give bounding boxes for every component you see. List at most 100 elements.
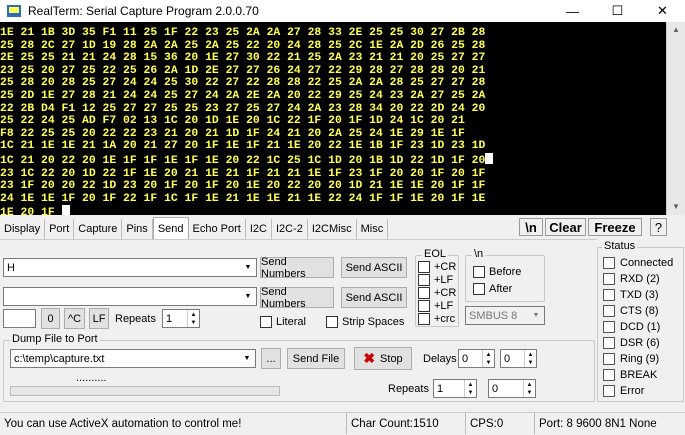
window-title: RealTerm: Serial Capture Program 2.0.0.7… [28,4,259,18]
eol-lf-label: +LF [434,274,454,286]
eol-cr-checkbox-2[interactable]: +CR [418,287,456,299]
status-connected-label: Connected [620,257,674,269]
tab-bar: Display Port Capture Pins Send Echo Port… [0,217,389,239]
dump-progress-bar [10,386,280,396]
dump-file-combo[interactable]: c:\temp\capture.txt ▼ [10,349,256,368]
strip-spaces-checkbox[interactable]: Strip Spaces [326,316,404,328]
terminal-line: 25 22 24 25 AD F7 02 13 1C 20 1D 1E 20 1… [0,115,465,128]
checkbox-box[interactable] [260,316,272,328]
delay2-value: 0 [504,352,511,365]
status-dsr-label: DSR (6) [620,337,660,349]
tab-echo-port[interactable]: Echo Port [189,219,246,239]
dump-repeats-spinner-2[interactable]: 0 ▲ ▼ [488,379,536,398]
send-file-button[interactable]: Send File [287,348,345,369]
minimize-button[interactable]: — [550,0,595,22]
tab-i2cmisc[interactable]: I2CMisc [308,219,357,239]
status-dcd-label: DCD (1) [620,321,661,333]
terminal-line: F8 22 25 25 20 22 22 23 21 20 21 1D 1F 2… [0,127,465,140]
delay2-spinner[interactable]: 0 ▲ ▼ [500,349,537,368]
spinner-arrows-icon[interactable]: ▲ ▼ [523,380,535,397]
newline-button[interactable]: \n [519,218,543,236]
status-dcd: DCD (1) [603,321,660,333]
eol-lf-checkbox-2[interactable]: +LF [418,300,453,312]
chevron-down-icon[interactable]: ▼ [240,259,256,276]
tab-send[interactable]: Send [152,217,189,239]
eol-lf-label: +LF [434,300,454,312]
send-numbers-button-2[interactable]: Send Numbers [260,286,334,310]
terminal-line: 2E 25 25 21 21 24 28 15 36 20 1E 27 30 2… [0,52,486,65]
status-connected: Connected [603,257,673,269]
zero-button[interactable]: 0 [41,308,60,329]
chevron-down-icon[interactable]: ▼ [240,288,256,305]
eol-cr-checkbox-1[interactable]: +CR [418,261,456,273]
terminal-line: 22 2B D4 F1 12 25 27 27 25 25 23 27 25 2… [0,102,486,115]
maximize-button[interactable]: ☐ [595,0,640,22]
status-txd: TXD (3) [603,289,659,301]
dump-repeats-spinner-1[interactable]: 1 ▲ ▼ [433,379,477,398]
tab-display[interactable]: Display [0,219,46,239]
send-number-input[interactable] [3,309,36,328]
send-ascii-button-2[interactable]: Send ASCII [341,287,407,308]
lf-button[interactable]: LF [89,308,109,329]
status-ring: Ring (9) [603,353,659,365]
eol-cr-label: +CR [434,287,457,299]
delay1-spinner[interactable]: 0 ▲ ▼ [458,349,495,368]
scroll-down-arrow-icon[interactable]: ▼ [667,199,685,215]
terminal-display[interactable]: 1E 21 1B 3D 35 F1 11 25 1F 22 23 25 2A 2… [0,22,666,215]
terminal-scrollbar[interactable]: ▲ ▼ [666,22,685,215]
terminal-line: 25 2D 1E 27 28 21 24 24 25 27 24 2A 2E 2… [0,89,486,102]
smbus-select[interactable]: SMBUS 8 ▼ [465,306,545,325]
tab-i2c-2[interactable]: I2C-2 [272,219,308,239]
tab-capture[interactable]: Capture [74,219,123,239]
close-button[interactable]: ✕ [640,0,685,22]
after-checkbox[interactable]: After [473,283,512,295]
delay1-value: 0 [462,352,469,365]
tab-misc[interactable]: Misc [357,219,389,239]
spinner-arrows-icon[interactable]: ▲ ▼ [187,310,199,327]
send-ascii-button-1[interactable]: Send ASCII [341,257,407,278]
ctrl-c-button[interactable]: ^C [64,308,85,329]
literal-checkbox[interactable]: Literal [260,316,306,328]
status-legend: Status [602,240,638,252]
after-label: After [489,283,513,295]
checkbox-box[interactable] [326,316,338,328]
tab-pins[interactable]: Pins [122,219,153,239]
spinner-arrows-icon[interactable]: ▲ ▼ [464,380,476,397]
char-count: Char Count:1510 [347,413,466,434]
spinner-arrows-icon[interactable]: ▲ ▼ [482,350,494,367]
send-line1-combo[interactable]: H ▼ [3,258,257,277]
terminal-line: 23 1F 20 20 22 1D 23 20 1F 20 1F 20 1E 2… [0,180,486,193]
delays-label: Delays [423,353,457,365]
progress-dots: .......... [76,372,107,384]
dump-repeats1-value: 1 [437,382,444,395]
terminal-line: 25 28 2C 27 1D 19 28 2A 2A 25 2A 25 22 2… [0,39,486,52]
scroll-up-arrow-icon[interactable]: ▲ [667,22,685,38]
help-button[interactable]: ? [650,218,667,236]
freeze-button[interactable]: Freeze [588,218,642,236]
terminal-line: 1E 20 1F [0,205,666,215]
send-line2-combo[interactable]: ▼ [3,287,257,306]
status-error: Error [603,385,644,397]
tab-i2c[interactable]: I2C [246,219,272,239]
send-line1-value: H [7,261,15,274]
terminal-line: 25 28 20 28 25 27 24 24 25 30 22 27 22 2… [0,77,486,90]
terminal-highlight [485,152,494,164]
browse-button[interactable]: ... [261,348,281,369]
newline-legend: \n [472,248,486,260]
clear-button[interactable]: Clear [545,218,586,236]
tab-port[interactable]: Port [45,219,75,239]
chevron-down-icon[interactable]: ▼ [239,350,255,367]
eol-lf-checkbox-1[interactable]: +LF [418,274,453,286]
send-numbers-button-1[interactable]: Send Numbers [260,256,334,280]
terminal-line: 23 25 20 27 25 22 25 26 2A 1D 2E 27 27 2… [0,64,486,77]
repeats-label: Repeats [115,313,156,325]
smbus-value: SMBUS 8 [469,309,518,322]
spinner-arrows-icon[interactable]: ▲ ▼ [524,350,536,367]
before-label: Before [489,266,522,278]
before-checkbox[interactable]: Before [473,266,521,278]
stop-button[interactable]: ✖ Stop [354,347,412,370]
chevron-down-icon[interactable]: ▼ [528,307,544,324]
eol-crc-checkbox[interactable]: +crc [418,313,455,325]
repeats-spinner[interactable]: 1 ▲ ▼ [162,309,200,328]
port-info: Port: 8 9600 8N1 None [539,417,657,430]
